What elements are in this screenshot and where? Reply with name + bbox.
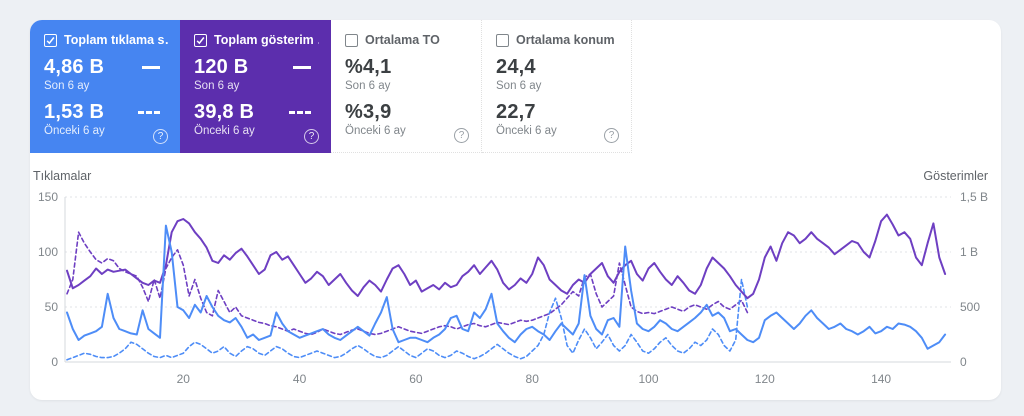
metric-card-label: Toplam gösterim … xyxy=(214,33,319,47)
metric-previous-value: 22,7 xyxy=(496,101,536,124)
performance-panel: Toplam tıklama s… 4,86 B Son 6 ay 1,53 B… xyxy=(30,20,1001,400)
dashed-line-indicator xyxy=(289,111,311,114)
checkbox-checked-icon[interactable] xyxy=(44,34,57,47)
left-axis-tick: 50 xyxy=(45,300,59,314)
metric-current-value: 4,86 B xyxy=(44,56,104,79)
x-axis-tick: 20 xyxy=(177,372,191,386)
metric-previous-value: 1,53 B xyxy=(44,101,104,124)
x-axis-tick: 80 xyxy=(526,372,540,386)
solid-line-indicator xyxy=(142,66,160,69)
checkbox-unchecked-icon[interactable] xyxy=(345,34,358,47)
metric-current-caption: Son 6 ay xyxy=(345,80,469,92)
left-axis-tick: 0 xyxy=(51,355,58,369)
series-solid-impressions xyxy=(67,215,945,299)
metric-card-label: Toplam tıklama s… xyxy=(64,33,168,47)
right-axis-tick: 500 xyxy=(960,300,980,314)
x-axis-tick: 60 xyxy=(409,372,423,386)
help-icon[interactable]: ? xyxy=(304,129,319,144)
metric-cards-row: Toplam tıklama s… 4,86 B Son 6 ay 1,53 B… xyxy=(30,20,632,153)
dashed-line-indicator xyxy=(138,111,160,114)
metric-previous-caption: Önceki 6 ay xyxy=(496,125,619,137)
left-axis-tick: 150 xyxy=(38,190,58,204)
metric-current-caption: Son 6 ay xyxy=(496,80,619,92)
x-axis-tick: 140 xyxy=(871,372,891,386)
metric-card-total-clicks[interactable]: Toplam tıklama s… 4,86 B Son 6 ay 1,53 B… xyxy=(30,20,180,153)
right-axis-tick: 0 xyxy=(960,355,967,369)
performance-chart[interactable]: 150 1,5 B 100 1 B 50 500 0 0 20 40 60 80 100 120 140 xyxy=(30,177,1001,400)
metric-card-label: Ortalama TO xyxy=(365,33,440,47)
metric-current-value: 120 B xyxy=(194,56,248,79)
checkbox-unchecked-icon[interactable] xyxy=(496,34,509,47)
metric-current-caption: Son 6 ay xyxy=(194,80,319,92)
metric-card-label: Ortalama konum xyxy=(516,33,615,47)
metric-current-value: 24,4 xyxy=(496,56,536,79)
metric-current-value: %4,1 xyxy=(345,56,391,79)
metric-previous-caption: Önceki 6 ay xyxy=(194,125,319,137)
help-icon[interactable]: ? xyxy=(604,128,619,143)
metric-previous-value: 39,8 B xyxy=(194,101,254,124)
right-axis-tick: 1 B xyxy=(960,245,978,259)
x-axis-tick: 120 xyxy=(755,372,775,386)
metric-card-average-position[interactable]: Ortalama konum 24,4 Son 6 ay 22,7 Önceki… xyxy=(482,20,632,153)
metric-previous-caption: Önceki 6 ay xyxy=(44,125,168,137)
right-axis-tick: 1,5 B xyxy=(960,190,988,204)
metric-previous-value: %3,9 xyxy=(345,101,391,124)
metric-previous-caption: Önceki 6 ay xyxy=(345,125,469,137)
metric-card-total-impressions[interactable]: Toplam gösterim … 120 B Son 6 ay 39,8 B … xyxy=(180,20,331,153)
metric-current-caption: Son 6 ay xyxy=(44,80,168,92)
left-axis-tick: 100 xyxy=(38,245,58,259)
solid-line-indicator xyxy=(293,66,311,69)
help-icon[interactable]: ? xyxy=(153,129,168,144)
metric-card-average-ctr[interactable]: Ortalama TO %4,1 Son 6 ay %3,9 Önceki 6 … xyxy=(331,20,482,153)
series-dashed-clicks xyxy=(67,280,747,360)
x-axis-tick: 100 xyxy=(638,372,658,386)
x-axis-tick: 40 xyxy=(293,372,307,386)
help-icon[interactable]: ? xyxy=(454,128,469,143)
checkbox-checked-icon[interactable] xyxy=(194,34,207,47)
